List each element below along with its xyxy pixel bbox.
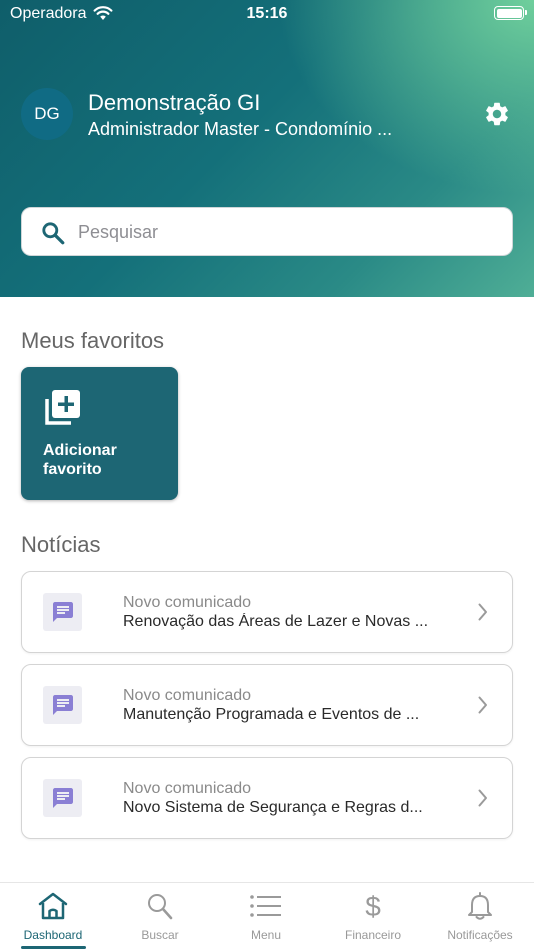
tab-menu[interactable]: Menu	[213, 883, 319, 950]
user-name: Demonstração GI	[88, 90, 261, 115]
news-headline: Novo Sistema de Segurança e Regras d...	[123, 799, 423, 816]
tab-bar: Dashboard Buscar Menu $ Financeiro Notif…	[0, 882, 534, 950]
news-kind: Novo comunicado	[123, 687, 252, 704]
message-icon	[43, 779, 82, 817]
message-icon	[43, 593, 82, 631]
add-favorite-button[interactable]: Adicionar favorito	[21, 367, 178, 500]
tab-buscar[interactable]: Buscar	[107, 883, 213, 950]
tab-label: Financeiro	[344, 928, 402, 942]
chevron-right-icon	[478, 603, 488, 626]
menu-icon	[249, 891, 283, 921]
news-card[interactable]: Novo comunicado Renovação das Áreas de L…	[21, 571, 513, 653]
tab-label: Notificações	[447, 928, 513, 942]
status-time: 15:16	[246, 5, 288, 22]
news-kind: Novo comunicado	[123, 594, 252, 611]
news-title: Notícias	[21, 532, 101, 557]
dollar-icon: $	[356, 891, 390, 922]
tab-financeiro[interactable]: $ Financeiro	[320, 883, 426, 950]
chevron-right-icon	[478, 789, 488, 812]
news-kind: Novo comunicado	[123, 780, 252, 797]
header: Operadora 15:16 DG Demonstração GI Admin…	[0, 0, 534, 297]
battery-icon	[494, 6, 527, 20]
tab-label: Buscar	[141, 928, 179, 942]
favorites-title: Meus favoritos	[21, 328, 165, 353]
add-favorite-label: Adicionar favorito	[43, 442, 117, 478]
status-bar: Operadora 15:16	[0, 0, 534, 28]
news-card[interactable]: Novo comunicado Manutenção Programada e …	[21, 664, 513, 746]
search-icon	[143, 891, 177, 921]
tab-notificacoes[interactable]: Notificações	[427, 883, 533, 950]
message-icon	[43, 686, 82, 724]
chevron-right-icon	[478, 696, 488, 719]
user-role: Administrador Master - Condomínio ...	[88, 119, 393, 139]
tab-dashboard[interactable]: Dashboard	[0, 883, 106, 950]
search-icon	[40, 220, 66, 251]
home-icon	[36, 891, 70, 921]
active-tab-indicator	[21, 946, 86, 949]
bell-icon	[463, 891, 497, 921]
tab-label: Dashboard	[23, 928, 83, 942]
news-card[interactable]: Novo comunicado Novo Sistema de Seguranç…	[21, 757, 513, 839]
svg-text:$: $	[365, 891, 381, 921]
news-headline: Renovação das Áreas de Lazer e Novas ...	[123, 613, 429, 630]
tab-label: Menu	[250, 928, 282, 942]
avatar[interactable]: DG	[21, 88, 73, 140]
news-headline: Manutenção Programada e Eventos de ...	[123, 706, 420, 723]
search-input[interactable]	[78, 216, 498, 248]
search-bar[interactable]	[21, 207, 513, 256]
gear-icon[interactable]	[483, 100, 511, 128]
add-to-collection-icon	[43, 389, 81, 432]
